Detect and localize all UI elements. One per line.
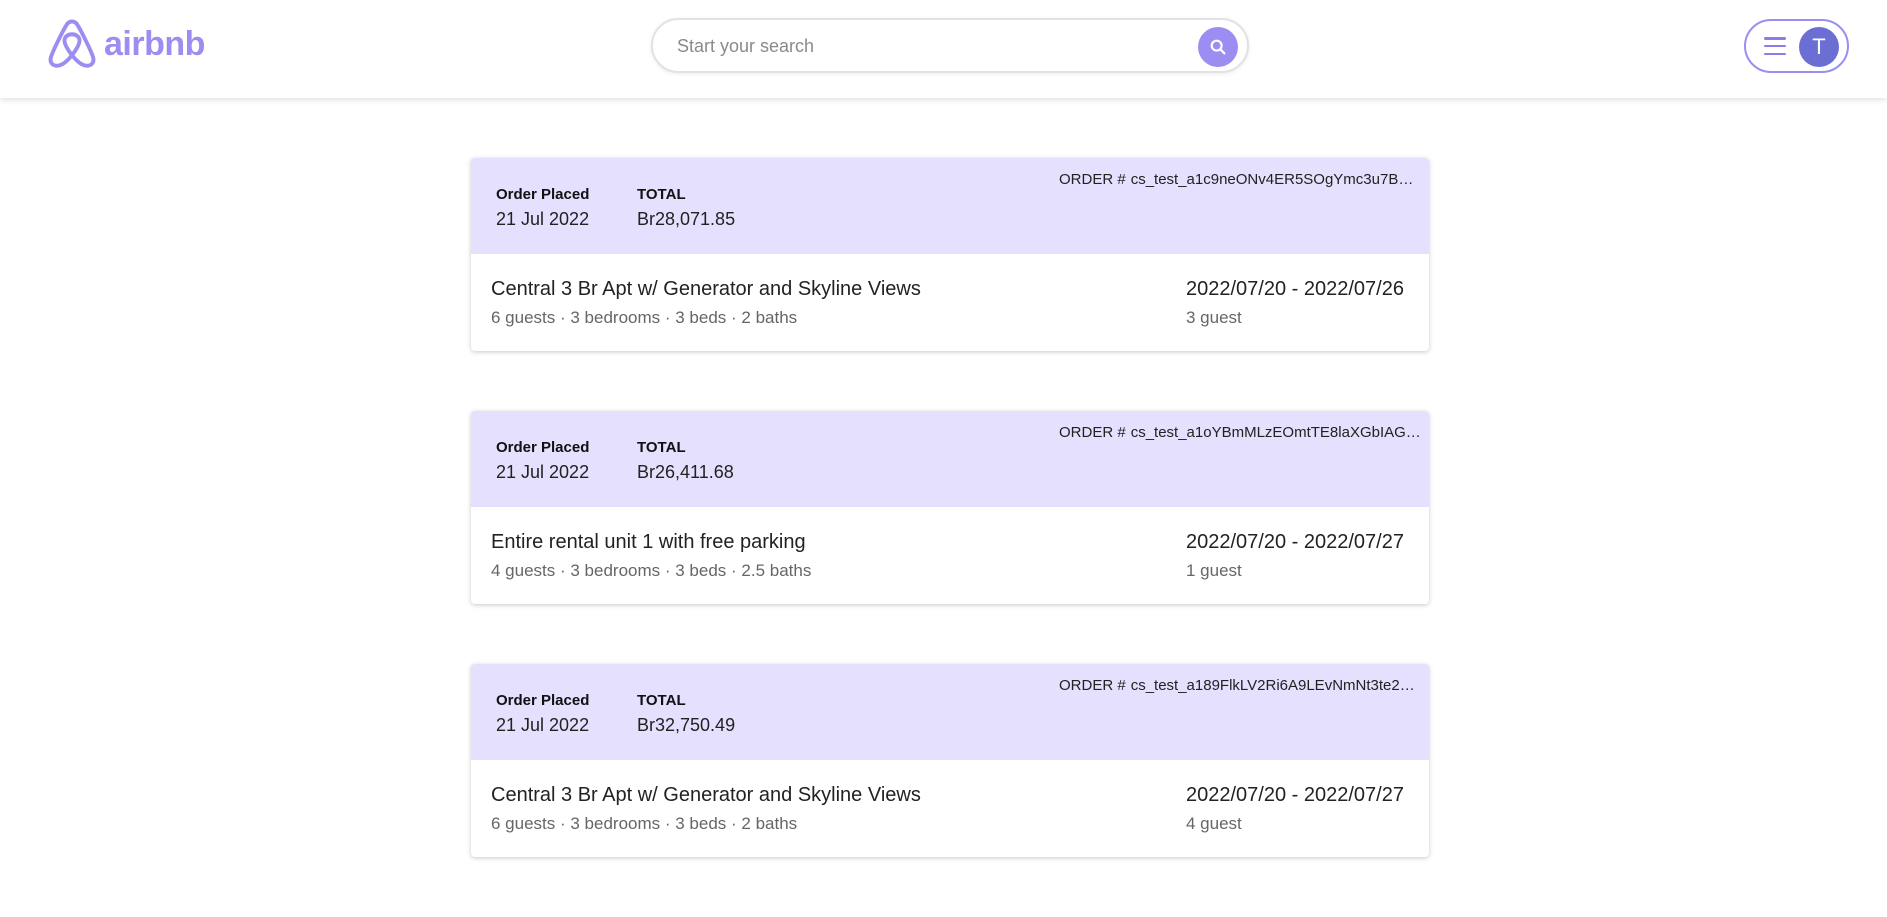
listing-specs: 4 guests · 3 bedrooms · 3 beds · 2.5 bat… <box>491 561 812 580</box>
order-body[interactable]: Entire rental unit 1 with free parking 4… <box>471 507 1429 604</box>
order-placed: Order Placed 21 Jul 2022 <box>496 186 589 230</box>
order-total-value: Br26,411.68 <box>637 462 734 482</box>
order-placed: Order Placed 21 Jul 2022 <box>496 439 589 483</box>
order-card: Order Placed 21 Jul 2022 TOTAL Br26,411.… <box>471 411 1429 604</box>
order-card: Order Placed 21 Jul 2022 TOTAL Br32,750.… <box>471 664 1429 857</box>
search-bar[interactable] <box>651 18 1249 73</box>
listing-title[interactable]: Central 3 Br Apt w/ Generator and Skylin… <box>491 278 921 301</box>
stay-dates: 2022/07/20 - 2022/07/26 <box>1186 278 1404 300</box>
airbnb-logo[interactable]: airbnb <box>48 18 205 70</box>
order-card: Order Placed 21 Jul 2022 TOTAL Br28,071.… <box>471 158 1429 351</box>
order-number: ORDER # cs_test_a1c9neONv4ER5SOgYmc3u7BEL… <box>1059 171 1421 188</box>
order-number: ORDER # cs_test_a189FlkLV2Ri6A9LEvNmNt3te… <box>1059 677 1421 694</box>
menu-icon <box>1764 37 1786 55</box>
stay-dates: 2022/07/20 - 2022/07/27 <box>1186 531 1404 553</box>
order-body[interactable]: Central 3 Br Apt w/ Generator and Skylin… <box>471 254 1429 351</box>
top-navbar: airbnb T <box>0 0 1887 98</box>
order-header: Order Placed 21 Jul 2022 TOTAL Br32,750.… <box>471 664 1429 760</box>
order-placed-date: 21 Jul 2022 <box>496 209 590 229</box>
airbnb-logo-icon <box>48 19 96 68</box>
orders-list: Order Placed 21 Jul 2022 TOTAL Br28,071.… <box>471 158 1429 917</box>
order-total: TOTAL Br32,750.49 <box>637 692 735 736</box>
order-placed-label: Order Placed <box>496 692 590 709</box>
search-button[interactable] <box>1198 27 1238 67</box>
order-total-label: TOTAL <box>637 439 686 456</box>
guest-count: 1 guest <box>1186 561 1242 580</box>
guest-count: 3 guest <box>1186 308 1242 327</box>
brand-name: airbnb <box>104 24 205 63</box>
order-placed: Order Placed 21 Jul 2022 <box>496 692 589 736</box>
avatar: T <box>1799 27 1839 67</box>
listing-specs: 6 guests · 3 bedrooms · 3 beds · 2 baths <box>491 814 798 833</box>
order-number-value: cs_test_a1c9neONv4ER5SOgYmc3u7BEL1B... <box>1130 171 1421 188</box>
order-placed-label: Order Placed <box>496 186 590 203</box>
order-header: Order Placed 21 Jul 2022 TOTAL Br28,071.… <box>471 158 1429 254</box>
order-placed-label: Order Placed <box>496 439 590 456</box>
guest-count: 4 guest <box>1186 814 1242 833</box>
order-header: Order Placed 21 Jul 2022 TOTAL Br26,411.… <box>471 411 1429 507</box>
order-total: TOTAL Br26,411.68 <box>637 439 734 483</box>
order-total: TOTAL Br28,071.85 <box>637 186 735 230</box>
order-total-value: Br32,750.49 <box>637 715 736 735</box>
order-placed-date: 21 Jul 2022 <box>496 462 590 482</box>
order-number-label: ORDER # <box>1059 424 1126 441</box>
search-input[interactable] <box>677 32 1147 60</box>
order-number: ORDER # cs_test_a1oYBmMLzEOmtTE8laXGbIAG3… <box>1059 424 1421 441</box>
listing-title[interactable]: Central 3 Br Apt w/ Generator and Skylin… <box>491 784 921 807</box>
listing-title[interactable]: Entire rental unit 1 with free parking <box>491 531 806 554</box>
user-menu-button[interactable]: T <box>1744 19 1849 73</box>
order-body[interactable]: Central 3 Br Apt w/ Generator and Skylin… <box>471 760 1429 857</box>
order-number-value: cs_test_a1oYBmMLzEOmtTE8laXGbIAG3jKd... <box>1130 424 1421 441</box>
order-number-label: ORDER # <box>1059 677 1126 694</box>
order-number-label: ORDER # <box>1059 171 1126 188</box>
listing-specs: 6 guests · 3 bedrooms · 3 beds · 2 baths <box>491 308 798 327</box>
order-placed-date: 21 Jul 2022 <box>496 715 590 735</box>
order-total-label: TOTAL <box>637 692 686 709</box>
order-number-value: cs_test_a189FlkLV2Ri6A9LEvNmNt3te2ZWi... <box>1130 677 1421 694</box>
stay-dates: 2022/07/20 - 2022/07/27 <box>1186 784 1404 806</box>
order-total-label: TOTAL <box>637 186 686 203</box>
search-icon <box>1210 39 1226 55</box>
order-total-value: Br28,071.85 <box>637 209 736 229</box>
